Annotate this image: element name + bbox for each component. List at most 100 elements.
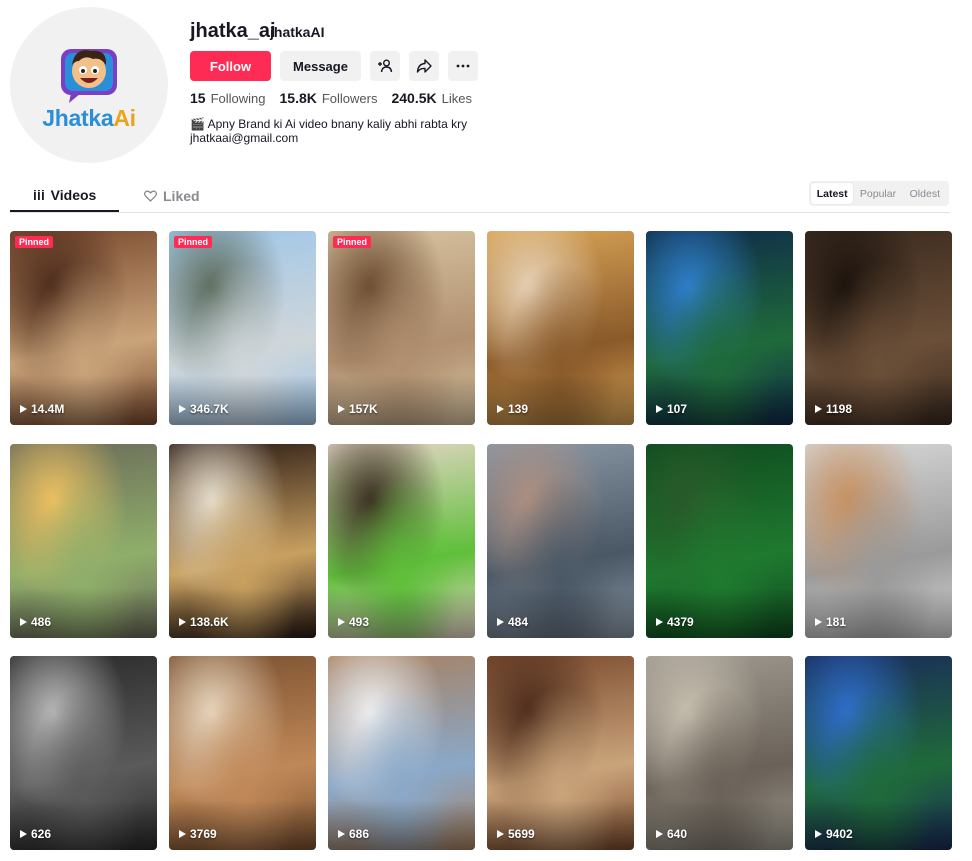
video-card[interactable]: Pinned 346.7K xyxy=(169,231,316,425)
play-icon xyxy=(656,405,663,413)
video-card[interactable]: 1198 xyxy=(805,231,952,425)
share-button[interactable] xyxy=(409,51,439,81)
view-count: 486 xyxy=(20,615,51,629)
thumbnail-shade xyxy=(805,375,952,425)
thumbnail-shade xyxy=(805,800,952,850)
follow-button[interactable]: Follow xyxy=(190,51,271,81)
view-count-text: 346.7K xyxy=(190,402,229,416)
thumbnail-shade xyxy=(487,800,634,850)
thumbnail-shade xyxy=(169,800,316,850)
view-count: 626 xyxy=(20,827,51,841)
sort-latest[interactable]: Latest xyxy=(811,183,854,204)
video-card[interactable]: 5699 xyxy=(487,656,634,850)
video-card[interactable]: 484 xyxy=(487,443,634,638)
view-count-text: 493 xyxy=(349,614,370,629)
sort-toggle: Latest Popular Oldest xyxy=(809,181,949,206)
profile-username: jhatka_ai xyxy=(190,20,276,42)
thumbnail-shade xyxy=(805,587,952,638)
play-icon xyxy=(20,830,27,838)
profile-bio: 🎬 Apny Brand ki Ai video bnany kaliy abh… xyxy=(190,117,467,145)
tab-liked-label: Liked xyxy=(163,188,200,204)
add-friend-button[interactable] xyxy=(370,51,400,81)
view-count-text: 107 xyxy=(667,402,688,416)
sort-oldest[interactable]: Oldest xyxy=(903,183,947,204)
thumbnail-shade xyxy=(328,375,475,425)
play-icon xyxy=(815,830,822,838)
more-dots-icon xyxy=(456,64,470,68)
view-count: 4379 xyxy=(656,615,694,629)
view-count-text: 139 xyxy=(508,402,529,416)
thumbnail-shade xyxy=(328,800,475,850)
followers-stat[interactable]: 15.8K Followers xyxy=(280,90,378,106)
view-count: 1198 xyxy=(815,402,852,416)
share-icon xyxy=(416,59,432,73)
play-icon xyxy=(20,617,27,626)
bio-line: 🎬 Apny Brand ki Ai video bnany kaliy abh… xyxy=(190,117,468,131)
video-card[interactable]: 181 xyxy=(805,443,952,638)
profile-avatar[interactable]: JhatkaAi xyxy=(10,7,168,163)
play-icon xyxy=(656,617,663,626)
message-button[interactable]: Message xyxy=(280,51,361,81)
view-count: 3769 xyxy=(179,827,217,841)
video-card[interactable]: 4379 xyxy=(646,443,793,638)
play-icon xyxy=(20,405,27,413)
thumbnail-shade xyxy=(10,800,157,850)
play-icon xyxy=(497,617,504,626)
view-count: 138.6K xyxy=(179,615,229,629)
view-count: 9402 xyxy=(815,827,853,841)
view-count-text: 640 xyxy=(667,827,688,841)
view-count: 484 xyxy=(497,615,528,629)
play-icon xyxy=(656,830,663,838)
thumbnail-shade xyxy=(646,587,793,638)
thumbnail-shade xyxy=(169,587,316,638)
play-icon xyxy=(179,617,186,626)
tab-videos[interactable]: Videos xyxy=(10,180,119,212)
view-count: 157K xyxy=(338,402,378,416)
view-count-text: 484 xyxy=(508,614,529,629)
view-count: 640 xyxy=(656,827,687,841)
thumbnail-shade xyxy=(169,375,316,425)
logo-mascot-icon xyxy=(57,43,121,103)
video-card[interactable]: 107 xyxy=(646,231,793,425)
sort-popular[interactable]: Popular xyxy=(853,183,902,204)
add-user-icon xyxy=(378,59,393,73)
thumbnail-shade xyxy=(10,587,157,638)
more-options-button[interactable] xyxy=(448,51,478,81)
following-stat[interactable]: 15 Following xyxy=(190,90,266,106)
play-icon xyxy=(179,405,186,413)
view-count: 14.4M xyxy=(20,402,64,416)
video-card[interactable]: 138.6K xyxy=(169,443,316,638)
play-icon xyxy=(497,405,504,413)
video-card[interactable]: 139 xyxy=(487,231,634,425)
thumbnail-shade xyxy=(487,375,634,425)
bio-email: jhatkaai@gmail.com xyxy=(190,131,299,145)
heart-lock-icon xyxy=(144,190,157,202)
view-count: 139 xyxy=(497,402,528,416)
view-count-text: 4379 xyxy=(667,614,694,629)
pinned-badge: Pinned xyxy=(174,236,213,248)
logo-wordmark: JhatkaAi xyxy=(42,104,136,131)
view-count-text: 626 xyxy=(31,827,52,841)
video-card[interactable]: 486 xyxy=(10,443,157,638)
play-icon xyxy=(338,830,345,838)
video-card[interactable]: 686 xyxy=(328,656,475,850)
tab-liked[interactable]: Liked xyxy=(144,180,200,212)
view-count-text: 486 xyxy=(31,614,52,629)
video-card[interactable]: Pinned 14.4M xyxy=(10,231,157,425)
video-card[interactable]: Pinned 157K xyxy=(328,231,475,425)
video-card[interactable]: 493 xyxy=(328,443,475,638)
view-count-text: 1198 xyxy=(826,402,853,416)
tab-videos-label: Videos xyxy=(50,187,97,203)
video-card[interactable]: 9402 xyxy=(805,656,952,850)
view-count: 493 xyxy=(338,615,369,629)
view-count: 5699 xyxy=(497,827,535,841)
thumbnail-shade xyxy=(328,587,475,638)
play-icon xyxy=(338,405,345,413)
view-count-text: 181 xyxy=(826,614,847,629)
video-card[interactable]: 626 xyxy=(10,656,157,850)
video-card[interactable]: 3769 xyxy=(169,656,316,850)
play-icon xyxy=(179,830,186,838)
thumbnail-shade xyxy=(487,587,634,638)
video-card[interactable]: 640 xyxy=(646,656,793,850)
thumbnail-shade xyxy=(10,375,157,425)
